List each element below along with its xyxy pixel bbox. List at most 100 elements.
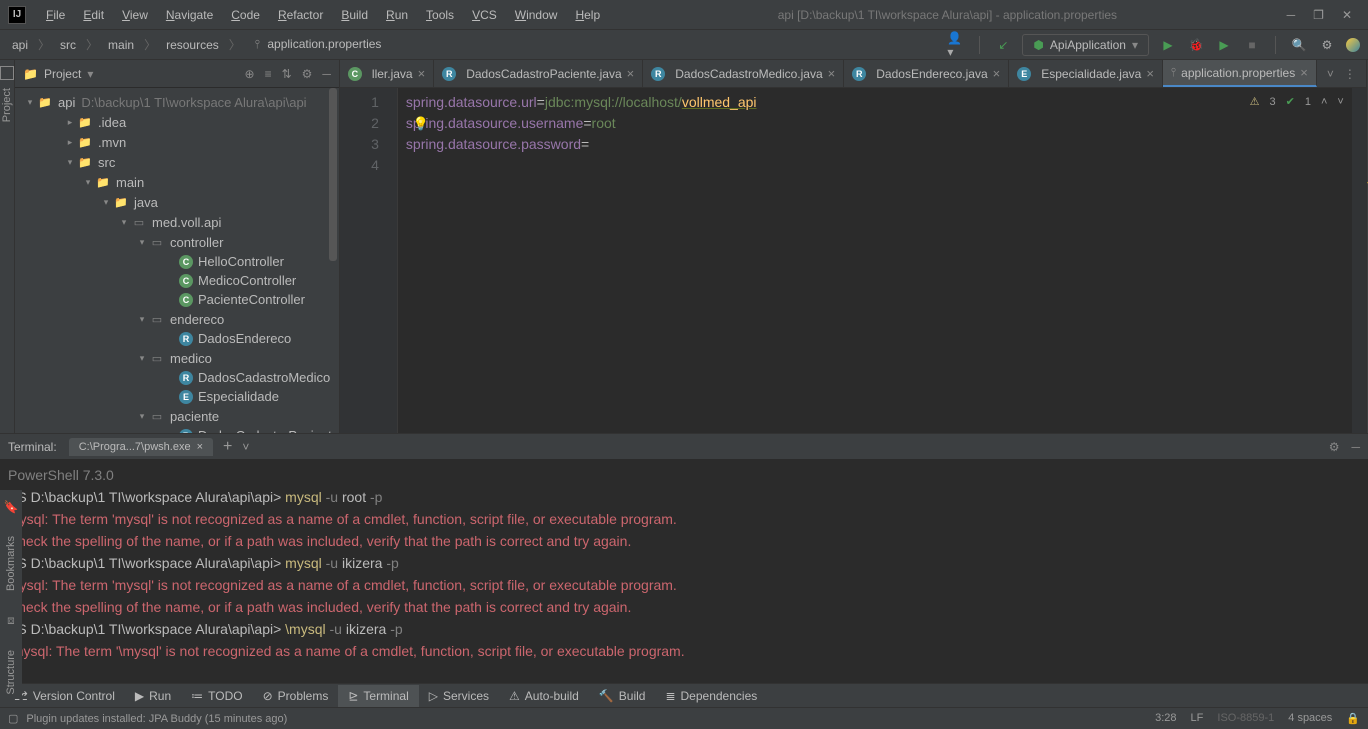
bottom-tab-problems[interactable]: ⊘Problems	[253, 685, 339, 707]
bottom-tab-version-control[interactable]: ⎇Version Control	[4, 685, 125, 707]
editor-tab[interactable]: RDadosCadastroMedico.java×	[643, 60, 844, 87]
menu-file[interactable]: File	[38, 4, 73, 26]
hide-panel-icon[interactable]: ─	[322, 67, 331, 81]
bottom-tab-todo[interactable]: ≔TODO	[181, 685, 252, 707]
stop-button[interactable]: ■	[1243, 36, 1261, 54]
cursor-position[interactable]: 3:28	[1155, 712, 1176, 725]
close-icon[interactable]: ×	[828, 66, 836, 81]
editor-tab[interactable]: RDadosCadastroPaciente.java×	[434, 60, 643, 87]
terminal-settings-icon[interactable]: ⚙	[1329, 440, 1340, 454]
tree-node[interactable]: RDadosEndereco	[15, 329, 339, 348]
panel-settings-icon[interactable]: ⚙	[302, 67, 313, 81]
run-config-selector[interactable]: ⬢ ApiApplication ▾	[1022, 34, 1149, 56]
bottom-tab-dependencies[interactable]: ≣Dependencies	[655, 685, 767, 707]
breadcrumb-item[interactable]: resources	[162, 36, 223, 54]
tree-node[interactable]: ▾▭endereco	[15, 309, 339, 329]
run-button[interactable]: ▶	[1159, 36, 1177, 54]
terminal-body[interactable]: PowerShell 7.3.0PS D:\backup\1 TI\worksp…	[0, 460, 1368, 683]
minimize-button[interactable]: ─	[1287, 8, 1296, 22]
project-tree[interactable]: ▾ 📁 api D:\backup\1 TI\workspace Alura\a…	[15, 88, 339, 433]
menu-edit[interactable]: Edit	[75, 4, 112, 26]
inspections-widget[interactable]: ⚠3 ✔1 ˄ ˅	[1250, 92, 1344, 113]
terminal-tab[interactable]: C:\Progra...7\pwsh.exe×	[69, 438, 213, 456]
tree-node[interactable]: CPacienteController	[15, 290, 339, 309]
chevron-down-icon[interactable]: ˅	[1327, 67, 1334, 81]
debug-button[interactable]: 🐞	[1187, 36, 1205, 54]
jpa-buddy-icon[interactable]	[1346, 38, 1360, 52]
tree-root[interactable]: ▾ 📁 api D:\backup\1 TI\workspace Alura\a…	[15, 92, 339, 112]
search-icon[interactable]: 🔍	[1290, 36, 1308, 54]
tree-node[interactable]: ▾▭paciente	[15, 406, 339, 426]
tree-node[interactable]: CMedicoController	[15, 271, 339, 290]
bottom-tab-services[interactable]: ▷Services	[419, 685, 499, 707]
tree-node[interactable]: ▾📁main	[15, 172, 339, 192]
bottom-tab-build[interactable]: 🔨Build	[589, 685, 656, 707]
editor-tab[interactable]: EEspecialidade.java×	[1009, 60, 1163, 87]
breadcrumb-item[interactable]: api	[8, 36, 32, 54]
breadcrumb-item[interactable]: src	[56, 36, 80, 54]
chevron-up-icon[interactable]: ˄	[1321, 92, 1327, 113]
intention-bulb-icon[interactable]: 💡	[413, 113, 429, 134]
bottom-tab-run[interactable]: ▶Run	[125, 685, 181, 707]
code-content[interactable]: ⚠3 ✔1 ˄ ˅ spring.datasource.url=jdbc:mys…	[398, 88, 1352, 433]
tree-node[interactable]: EEspecialidade	[15, 387, 339, 406]
menu-code[interactable]: Code	[223, 4, 268, 26]
menu-window[interactable]: Window	[507, 4, 566, 26]
tree-node[interactable]: ▾📁java	[15, 192, 339, 212]
menu-build[interactable]: Build	[333, 4, 376, 26]
code-editor[interactable]: 1234 ⚠3 ✔1 ˄ ˅ spring.datasource.url=jdb…	[340, 88, 1366, 433]
terminal-dropdown-icon[interactable]: ˅	[242, 440, 249, 454]
readonly-lock-icon[interactable]: 🔒	[1346, 712, 1360, 725]
tree-node[interactable]: ▸📁.idea	[15, 112, 339, 132]
menu-refactor[interactable]: Refactor	[270, 4, 331, 26]
hide-terminal-icon[interactable]: ─	[1351, 440, 1360, 454]
menu-navigate[interactable]: Navigate	[158, 4, 221, 26]
structure-tool-button[interactable]: Structure	[5, 646, 17, 699]
settings-icon[interactable]: ⚙	[1318, 36, 1336, 54]
tree-node[interactable]: ▾▭med.voll.api	[15, 212, 339, 232]
file-encoding[interactable]: ISO-8859-1	[1217, 712, 1274, 725]
bookmark-icon[interactable]: 🔖	[4, 500, 19, 514]
vcs-update-icon[interactable]: ↙	[994, 36, 1012, 54]
tree-node[interactable]: RDadosCadastroPaciente	[15, 426, 339, 433]
menu-help[interactable]: Help	[567, 4, 608, 26]
breadcrumb-item[interactable]: ⫯ application.properties	[247, 35, 386, 54]
close-icon[interactable]: ×	[1146, 66, 1154, 81]
tree-node[interactable]: RDadosCadastroMedico	[15, 368, 339, 387]
tree-node[interactable]: ▾▭controller	[15, 232, 339, 252]
line-separator[interactable]: LF	[1191, 712, 1204, 725]
close-icon[interactable]: ×	[197, 441, 203, 453]
bottom-tab-auto-build[interactable]: ⚠Auto-build	[499, 685, 589, 707]
close-icon[interactable]: ×	[993, 66, 1001, 81]
close-icon[interactable]: ×	[1300, 65, 1308, 80]
editor-tab[interactable]: ⫯application.properties×	[1163, 60, 1317, 87]
menu-view[interactable]: View	[114, 4, 156, 26]
new-tab-button[interactable]: +	[223, 438, 232, 456]
status-square-icon[interactable]: ▢	[8, 712, 18, 725]
maximize-button[interactable]: ❐	[1313, 8, 1324, 22]
expand-all-icon[interactable]: ≡	[265, 67, 272, 81]
bottom-tab-terminal[interactable]: ⊵Terminal	[338, 685, 418, 707]
tree-node[interactable]: ▾▭medico	[15, 348, 339, 368]
project-tool-button[interactable]: Project	[1, 84, 13, 126]
indent-widget[interactable]: 4 spaces	[1288, 712, 1332, 725]
collapse-all-icon[interactable]: ⇅	[282, 67, 292, 81]
tree-node[interactable]: ▾📁src	[15, 152, 339, 172]
chevron-down-icon[interactable]: ˅	[1337, 92, 1343, 113]
structure-icon[interactable]: ⧈	[7, 613, 15, 628]
select-file-icon[interactable]: ⊕	[245, 67, 255, 81]
coverage-button[interactable]: ▶	[1215, 36, 1233, 54]
menu-run[interactable]: Run	[378, 4, 416, 26]
breadcrumb-item[interactable]: main	[104, 36, 138, 54]
user-icon[interactable]: 👤▾	[947, 36, 965, 54]
scrollbar[interactable]	[329, 88, 337, 261]
editor-tab[interactable]: RDadosEndereco.java×	[844, 60, 1009, 87]
bookmarks-tool-button[interactable]: Bookmarks	[5, 532, 17, 595]
tree-node[interactable]: ▸📁.mvn	[15, 132, 339, 152]
close-icon[interactable]: ×	[418, 66, 426, 81]
close-icon[interactable]: ×	[627, 66, 635, 81]
tree-node[interactable]: CHelloController	[15, 252, 339, 271]
more-icon[interactable]: ⋮	[1344, 67, 1356, 81]
editor-tab[interactable]: Cller.java×	[340, 60, 434, 87]
close-button[interactable]: ✕	[1342, 8, 1352, 22]
